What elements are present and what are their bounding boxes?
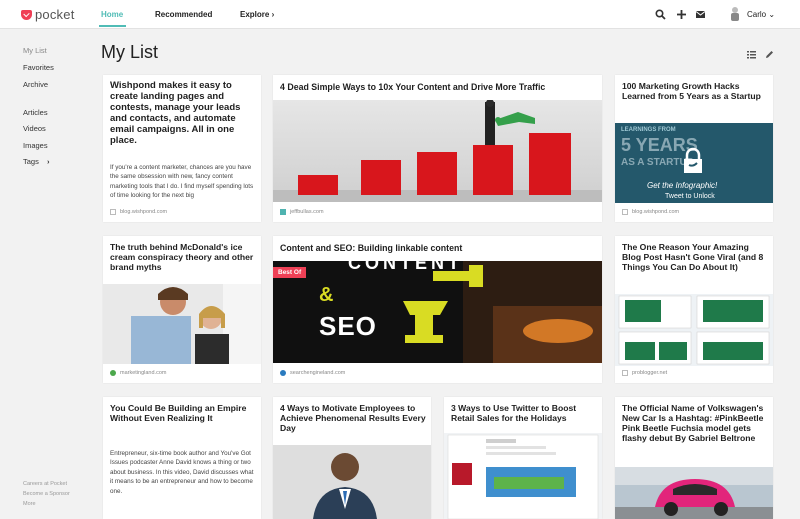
card-source[interactable]: marketingland.com <box>110 370 166 376</box>
sidebar-item-tags[interactable]: Tags › <box>23 157 49 166</box>
chevron-right-icon: › <box>271 10 275 19</box>
card-title[interactable]: Wishpond makes it easy to create landing… <box>110 80 256 147</box>
site-favicon-icon <box>280 209 286 215</box>
file-icon <box>622 209 628 215</box>
file-icon <box>110 209 116 215</box>
article-card[interactable]: 3 Ways to Use Twitter to Boost Retail Sa… <box>444 397 602 519</box>
card-source[interactable]: jeffbullas.com <box>280 209 324 215</box>
card-title[interactable]: 4 Dead Simple Ways to 10x Your Content a… <box>280 82 600 92</box>
app-name: pocket <box>35 7 75 22</box>
tab-recommended[interactable]: Recommended <box>155 10 212 19</box>
edit-pencil-icon[interactable] <box>765 50 774 59</box>
article-card[interactable]: 4 Dead Simple Ways to 10x Your Content a… <box>273 75 602 222</box>
sidebar-item-archive[interactable]: Archive <box>23 80 48 89</box>
active-tab-indicator <box>99 25 126 27</box>
card-source[interactable]: blog.wishpond.com <box>622 209 679 215</box>
businessman-photo <box>313 453 377 519</box>
card-source-label: blog.wishpond.com <box>120 209 168 215</box>
pocket-logo-icon <box>21 9 32 20</box>
image-caption: SEO <box>319 311 377 341</box>
sidebar-item-my-list[interactable]: My List <box>23 46 47 55</box>
article-card[interactable]: The truth behind McDonald's ice cream co… <box>103 236 261 383</box>
card-source[interactable]: blog.wishpond.com <box>110 209 167 215</box>
tab-home[interactable]: Home <box>101 10 123 19</box>
article-card[interactable]: The One Reason Your Amazing Blog Post Ha… <box>615 236 773 383</box>
pink-beetle-photo <box>615 467 773 519</box>
article-card[interactable]: The Official Name of Volkswagen's New Ca… <box>615 397 773 519</box>
best-of-badge: Best Of <box>273 267 307 278</box>
tab-explore[interactable]: Explore › <box>240 10 274 19</box>
footer-link-careers[interactable]: Careers at Pocket <box>23 481 67 487</box>
card-source-label: blog.wishpond.com <box>632 209 680 215</box>
chevron-right-icon: › <box>46 157 50 166</box>
file-icon <box>622 370 628 376</box>
card-source-label: marketingland.com <box>120 370 167 376</box>
card-title[interactable]: The Official Name of Volkswagen's New Ca… <box>622 403 768 444</box>
inbox-icon[interactable] <box>695 9 706 20</box>
image-caption: & <box>319 284 334 306</box>
bar-growth-image <box>273 100 602 202</box>
card-image[interactable] <box>103 284 261 364</box>
card-image[interactable] <box>615 294 773 366</box>
card-source[interactable]: problogger.net <box>622 370 667 376</box>
card-image[interactable] <box>273 445 431 519</box>
card-source-label: jeffbullas.com <box>290 209 324 215</box>
add-icon[interactable] <box>676 9 687 20</box>
tweet-screenshot-image <box>447 434 599 519</box>
image-caption: Tweet to Unlock <box>665 193 715 200</box>
search-icon[interactable] <box>655 9 666 20</box>
page-title: My List <box>101 42 159 62</box>
card-title[interactable]: 4 Ways to Motivate Employees to Achieve … <box>280 403 426 434</box>
sidebar-item-images[interactable]: Images <box>23 141 48 150</box>
whisper-photo <box>131 284 261 364</box>
tab-explore-label: Explore <box>240 10 270 19</box>
card-image[interactable] <box>273 100 602 202</box>
card-excerpt: If you're a content marketer, chances ar… <box>110 164 254 200</box>
site-favicon-icon <box>280 370 286 376</box>
social-posts-image <box>618 295 770 365</box>
user-name: Carlo <box>747 10 767 19</box>
card-title[interactable]: 3 Ways to Use Twitter to Boost Retail Sa… <box>451 403 597 424</box>
sidebar-item-videos[interactable]: Videos <box>23 124 46 133</box>
site-favicon-icon <box>110 370 116 376</box>
article-card[interactable]: 100 Marketing Growth Hacks Learned from … <box>615 75 773 222</box>
chevron-down-icon: ⌄ <box>768 10 776 19</box>
article-card[interactable]: You Could Be Building an Empire Without … <box>103 397 261 519</box>
article-card[interactable]: Wishpond makes it easy to create landing… <box>103 75 261 222</box>
card-image[interactable]: LEARNINGS FROM 5 YEARS AS A STARTUP Get … <box>615 123 773 203</box>
footer-link-more[interactable]: More <box>23 501 36 507</box>
top-navigation-bar: pocket Home Recommended Explore › Carlo … <box>0 0 800 29</box>
sidebar-item-articles[interactable]: Articles <box>23 108 48 117</box>
lock-icon <box>684 147 702 173</box>
card-title[interactable]: The truth behind McDonald's ice cream co… <box>110 242 256 273</box>
image-caption: Get the Infographic! <box>647 181 718 190</box>
card-source-label: problogger.net <box>632 370 668 376</box>
card-excerpt: Entrepreneur, six-time book author and Y… <box>110 450 254 495</box>
card-title[interactable]: You Could Be Building an Empire Without … <box>110 403 256 424</box>
card-source[interactable]: searchengineland.com <box>280 370 345 376</box>
user-menu[interactable]: Carlo ⌄ <box>747 10 775 19</box>
footer-link-sponsor[interactable]: Become a Sponsor <box>23 491 70 497</box>
sidebar-item-tags-label: Tags <box>23 157 39 166</box>
card-title[interactable]: The One Reason Your Amazing Blog Post Ha… <box>622 242 768 273</box>
image-caption: LEARNINGS FROM <box>621 127 676 133</box>
card-image[interactable]: CONTENT & SEO <box>273 261 602 363</box>
article-card[interactable]: Content and SEO: Building linkable conte… <box>273 236 602 383</box>
card-source-label: searchengineland.com <box>290 370 346 376</box>
article-card[interactable]: 4 Ways to Motivate Employees to Achieve … <box>273 397 431 519</box>
avatar[interactable] <box>729 6 741 21</box>
card-title[interactable]: Content and SEO: Building linkable conte… <box>280 243 600 253</box>
pocket-logo[interactable]: pocket <box>21 7 75 22</box>
card-title[interactable]: 100 Marketing Growth Hacks Learned from … <box>622 81 768 102</box>
sidebar-item-favorites[interactable]: Favorites <box>23 63 54 72</box>
list-view-icon[interactable] <box>747 50 756 59</box>
image-caption: CONTENT <box>348 261 463 273</box>
card-image[interactable] <box>444 433 602 519</box>
card-image[interactable] <box>615 467 773 519</box>
